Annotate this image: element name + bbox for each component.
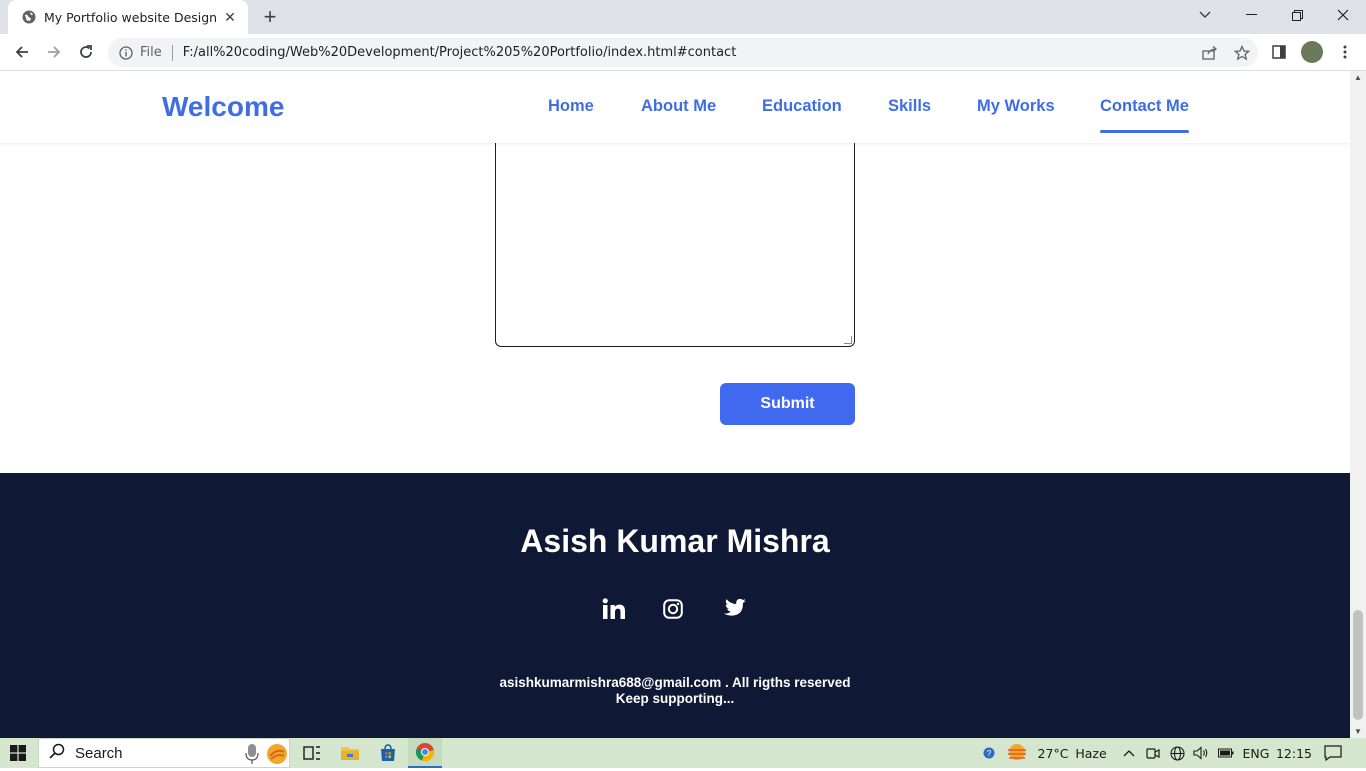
notification-icon[interactable] <box>1320 738 1346 768</box>
chevron-up-icon[interactable] <box>1120 738 1138 768</box>
weather-temp-text: 27°C <box>1037 745 1069 761</box>
chrome-taskbar-icon[interactable] <box>408 738 442 768</box>
url-scheme-label: File <box>140 45 162 60</box>
help-icon[interactable]: ? <box>980 738 998 768</box>
nav-education[interactable]: Education <box>762 97 842 116</box>
battery-icon[interactable] <box>1216 738 1236 768</box>
footer-copyright-line: asishkumarmishra688@gmail.com . All rigt… <box>499 675 851 690</box>
tab-title: My Portfolio website Design <box>44 9 218 25</box>
footer-copyright: asishkumarmishra688@gmail.com . All rigt… <box>0 675 1350 707</box>
bookmark-star-icon[interactable] <box>1226 44 1258 61</box>
omnibox-divider <box>171 44 173 61</box>
site-footer: Asish Kumar Mishra asishkumarmishra688@g… <box>0 473 1350 738</box>
page-viewport: Welcome Home About Me Education Skills M… <box>0 71 1350 738</box>
site-brand[interactable]: Welcome <box>162 91 284 123</box>
footer-tagline: Keep supporting... <box>615 691 735 706</box>
language-text: ENG <box>1242 745 1270 761</box>
haze-weather-icon[interactable] <box>1004 738 1030 768</box>
kebab-menu-icon[interactable] <box>1333 40 1357 64</box>
search-highlight-icon <box>265 742 289 771</box>
resize-handle[interactable] <box>844 336 852 344</box>
site-navbar: Welcome Home About Me Education Skills M… <box>0 71 1350 143</box>
close-window-button[interactable] <box>1320 0 1366 30</box>
page-scrollbar[interactable]: ▲ ▼ <box>1350 71 1366 738</box>
minimize-button[interactable] <box>1228 0 1274 30</box>
search-icon <box>49 743 65 764</box>
close-tab-icon[interactable]: ✕ <box>222 9 238 25</box>
microphone-icon <box>245 743 259 770</box>
url-text[interactable]: F:/all%20coding/Web%20Development/Projec… <box>183 45 1194 60</box>
linkedin-icon[interactable] <box>600 595 628 623</box>
instagram-icon[interactable] <box>659 595 687 623</box>
task-view-icon[interactable] <box>298 738 326 768</box>
nav-skills[interactable]: Skills <box>888 97 931 116</box>
language-indicator[interactable]: ENG <box>1240 738 1272 768</box>
nav-home[interactable]: Home <box>548 97 594 116</box>
network-globe-icon[interactable] <box>1168 738 1186 768</box>
site-info-icon[interactable] <box>118 45 134 61</box>
globe-icon <box>22 10 36 24</box>
share-icon[interactable] <box>1194 45 1226 60</box>
nav-about-me[interactable]: About Me <box>641 97 716 116</box>
back-arrow-icon[interactable] <box>10 40 34 64</box>
clock-time: 12:15 <box>1275 745 1313 761</box>
store-icon[interactable] <box>374 738 402 768</box>
scrollbar-thumb[interactable] <box>1353 610 1363 720</box>
scroll-down-arrow-icon[interactable]: ▼ <box>1354 727 1362 736</box>
restore-button[interactable] <box>1274 0 1320 30</box>
reload-icon[interactable] <box>74 40 98 64</box>
footer-name: Asish Kumar Mishra <box>520 523 830 559</box>
avatar <box>1301 41 1323 63</box>
meet-now-icon[interactable] <box>1144 738 1162 768</box>
svg-text:?: ? <box>987 749 992 758</box>
browser-tab[interactable]: My Portfolio website Design ✕ <box>8 0 248 34</box>
volume-icon[interactable] <box>1192 738 1210 768</box>
windows-taskbar: Search ? 27°C Haze ENG 12:15 <box>0 738 1366 768</box>
weather-desc-text: Haze <box>1075 745 1107 761</box>
scroll-up-arrow-icon[interactable]: ▲ <box>1354 73 1362 82</box>
message-textarea[interactable] <box>495 121 855 347</box>
profile-avatar[interactable] <box>1300 40 1324 64</box>
forward-arrow-icon[interactable] <box>42 40 66 64</box>
side-panel-icon[interactable] <box>1267 40 1291 64</box>
browser-toolbar: File F:/all%20coding/Web%20Development/P… <box>0 34 1366 71</box>
tab-search-icon[interactable] <box>1182 0 1228 30</box>
weather-description[interactable]: Haze <box>1074 738 1108 768</box>
taskbar-search-input[interactable]: Search <box>38 738 290 768</box>
weather-temperature[interactable]: 27°C <box>1036 738 1070 768</box>
twitter-icon[interactable] <box>719 595 747 623</box>
nav-contact-me[interactable]: Contact Me <box>1100 97 1189 133</box>
windows-start-icon[interactable] <box>0 738 36 768</box>
nav-my-works[interactable]: My Works <box>977 97 1055 116</box>
new-tab-button[interactable]: + <box>258 4 282 29</box>
tab-strip: My Portfolio website Design ✕ + <box>0 0 1366 34</box>
submit-button[interactable]: Submit <box>720 383 855 425</box>
search-label: Search <box>75 744 123 762</box>
address-bar[interactable]: File F:/all%20coding/Web%20Development/P… <box>108 38 1258 67</box>
file-explorer-icon[interactable] <box>336 738 364 768</box>
clock[interactable]: 12:15 <box>1276 738 1312 768</box>
